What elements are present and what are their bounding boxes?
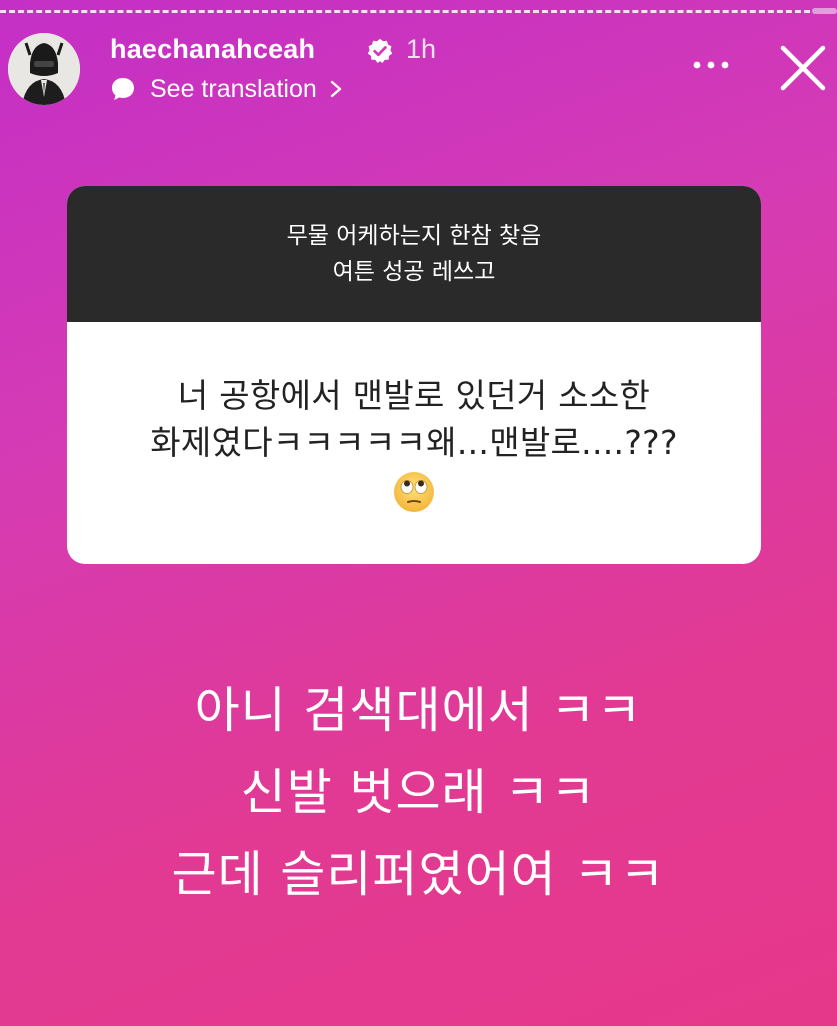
verified-badge-icon <box>367 38 393 64</box>
answer-line: 아니 검색대에서 ㅋㅋ <box>194 682 643 739</box>
see-translation-label: See translation <box>150 74 317 103</box>
question-prompt-line: 여튼 성공 레쓰고 <box>332 259 496 285</box>
more-icon[interactable] <box>688 50 734 80</box>
question-text-line: 너 공항에서 맨발로 있던거 소소한 <box>177 376 651 415</box>
answer-line: 근데 슬리퍼였어여 ㅋㅋ <box>171 846 666 903</box>
question-prompt-line: 무물 어케하는지 한참 찾음 <box>286 223 542 249</box>
story-header: haechanahceah 1h See translation <box>0 30 837 110</box>
post-time: 1h <box>406 34 437 64</box>
question-text: 너 공항에서 맨발로 있던거 소소한 화제였다ㅋㅋㅋㅋㅋ왜...맨발로....?… <box>67 322 761 564</box>
question-text-line: 화제였다ㅋㅋㅋㅋㅋ왜...맨발로....??? <box>150 423 678 462</box>
speech-bubble-icon <box>112 78 134 100</box>
question-sticker: 무물 어케하는지 한참 찾음 여튼 성공 레쓰고 너 공항에서 맨발로 있던거 … <box>67 186 761 564</box>
close-icon[interactable] <box>775 40 831 96</box>
avatar[interactable] <box>8 33 80 105</box>
username[interactable]: haechanahceah <box>110 34 315 65</box>
answer-line: 신발 벗으래 ㅋㅋ <box>240 764 597 821</box>
story-progress-bar <box>0 10 810 13</box>
eye-roll-emoji-icon <box>394 472 434 512</box>
question-prompt: 무물 어케하는지 한참 찾음 여튼 성공 레쓰고 <box>67 186 761 322</box>
chevron-right-icon <box>330 80 341 98</box>
answer-text: 아니 검색대에서 ㅋㅋ 신발 벗으래 ㅋㅋ 근데 슬리퍼였어여 ㅋㅋ <box>0 670 837 916</box>
see-translation-link[interactable]: See translation <box>110 72 343 106</box>
story-progress-next <box>812 8 837 14</box>
